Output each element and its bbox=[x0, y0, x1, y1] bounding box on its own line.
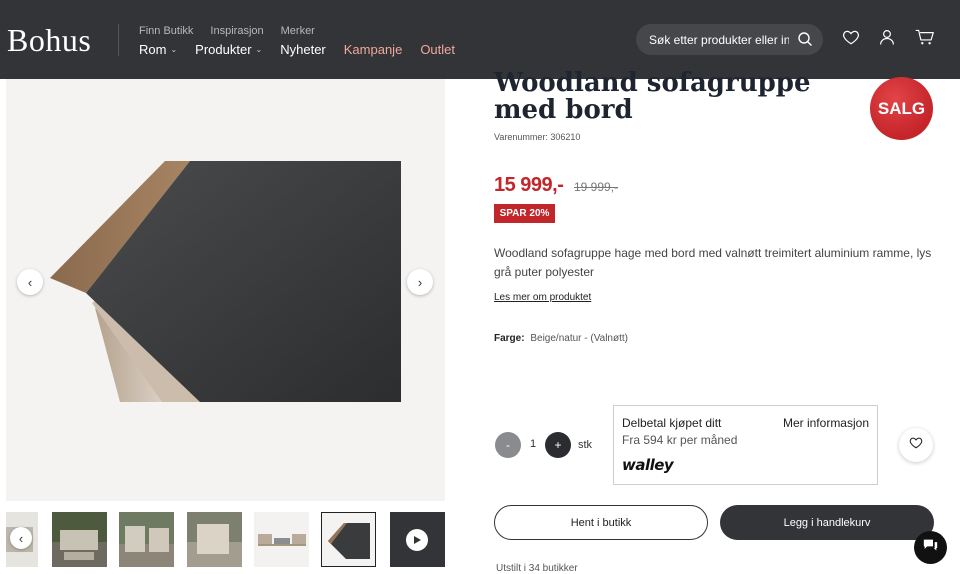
bohus-logo[interactable]: Bohus bbox=[7, 22, 91, 59]
thumbnail[interactable] bbox=[119, 512, 174, 567]
product-main-image bbox=[50, 161, 401, 402]
nav-item-nyheter[interactable]: Nyheter bbox=[280, 42, 326, 57]
play-icon bbox=[406, 529, 428, 551]
monthly-price: Fra 594 kr per måned bbox=[622, 433, 738, 447]
color-info: Farge: Beige/natur - (Valnøtt) bbox=[494, 333, 628, 344]
nav-label: Produkter bbox=[195, 42, 252, 57]
cart-icon[interactable] bbox=[915, 28, 934, 51]
add-to-cart-button[interactable]: Legg i handlekurv bbox=[720, 505, 934, 540]
top-links: Finn Butikk Inspirasjon Merker bbox=[139, 25, 315, 37]
thumbnail-active[interactable] bbox=[321, 512, 376, 567]
product-sku: Varenummer: 306210 bbox=[494, 132, 581, 142]
walley-logo: walley bbox=[622, 456, 674, 474]
sale-badge: SALG bbox=[870, 77, 933, 140]
store-availability: Utstilt i 34 butikker bbox=[496, 563, 578, 574]
site-header: Bohus Finn Butikk Inspirasjon Merker Rom… bbox=[0, 0, 960, 79]
wishlist-button[interactable] bbox=[899, 428, 933, 462]
color-value: Beige/natur - (Valnøtt) bbox=[530, 333, 628, 344]
search-input[interactable] bbox=[649, 32, 789, 47]
nav-label: Kampanje bbox=[343, 42, 403, 57]
nav-label: Nyheter bbox=[280, 42, 326, 57]
product-description: Woodland sofagruppe hage med bord med va… bbox=[494, 246, 932, 279]
thumbnail-strip: ‹ bbox=[6, 510, 445, 568]
pickup-in-store-button[interactable]: Hent i butikk bbox=[494, 505, 708, 540]
chat-button[interactable] bbox=[914, 531, 947, 564]
product-title: Woodland sofagruppe med bord bbox=[494, 68, 811, 125]
thumbnails-prev-button[interactable]: ‹ bbox=[10, 527, 32, 549]
nav-item-rom[interactable]: Rom ⌄ bbox=[139, 42, 177, 57]
nav-item-kampanje[interactable]: Kampanje bbox=[344, 42, 403, 57]
product-image-gallery[interactable]: ‹ › bbox=[6, 79, 445, 501]
chevron-down-icon: ⌄ bbox=[255, 45, 263, 54]
old-price: 19 999,- bbox=[574, 180, 619, 194]
thumbnail[interactable] bbox=[52, 512, 107, 567]
search-icon[interactable] bbox=[797, 31, 813, 52]
gallery-prev-button[interactable]: ‹ bbox=[17, 269, 43, 295]
read-more-link[interactable]: Les mer om produktet bbox=[494, 292, 591, 303]
discount-badge: SPAR 20% bbox=[494, 204, 555, 223]
search-bar bbox=[636, 24, 823, 55]
quantity-unit: stk bbox=[578, 439, 593, 451]
installment-box: Delbetal kjøpet ditt Mer informasjon Fra… bbox=[613, 405, 878, 485]
user-icon[interactable] bbox=[878, 28, 896, 51]
quantity-value[interactable]: 1 bbox=[524, 438, 542, 450]
main-nav: Rom ⌄ Produkter ⌄ Nyheter Kampanje Outle… bbox=[139, 42, 473, 57]
thumbnail-video[interactable] bbox=[390, 512, 445, 567]
nav-label: Rom bbox=[139, 42, 167, 57]
chat-icon bbox=[922, 538, 939, 558]
nav-item-produkter[interactable]: Produkter ⌄ bbox=[195, 42, 262, 57]
current-price: 15 999,- bbox=[494, 174, 564, 196]
quantity-increase-button[interactable]: + bbox=[545, 432, 571, 458]
nav-label: Outlet bbox=[420, 42, 455, 57]
nav-item-outlet[interactable]: Outlet bbox=[420, 42, 455, 57]
top-link-finn-butikk[interactable]: Finn Butikk bbox=[139, 25, 193, 37]
chevron-left-icon: ‹ bbox=[18, 530, 24, 546]
installment-title: Delbetal kjøpet ditt bbox=[622, 416, 722, 430]
gallery-next-button[interactable]: › bbox=[407, 269, 433, 295]
chevron-right-icon: › bbox=[417, 274, 423, 290]
color-label: Farge: bbox=[494, 333, 525, 344]
chevron-down-icon: ⌄ bbox=[170, 45, 178, 54]
heart-icon[interactable] bbox=[842, 28, 860, 51]
chevron-left-icon: ‹ bbox=[27, 274, 33, 290]
more-info-link[interactable]: Mer informasjon bbox=[783, 416, 869, 430]
top-link-inspirasjon[interactable]: Inspirasjon bbox=[210, 25, 263, 37]
top-link-merker[interactable]: Merker bbox=[281, 25, 315, 37]
thumbnail[interactable] bbox=[254, 512, 309, 567]
heart-icon bbox=[909, 436, 923, 454]
header-divider bbox=[118, 24, 119, 56]
thumbnail[interactable] bbox=[187, 512, 242, 567]
quantity-decrease-button[interactable]: - bbox=[495, 432, 521, 458]
